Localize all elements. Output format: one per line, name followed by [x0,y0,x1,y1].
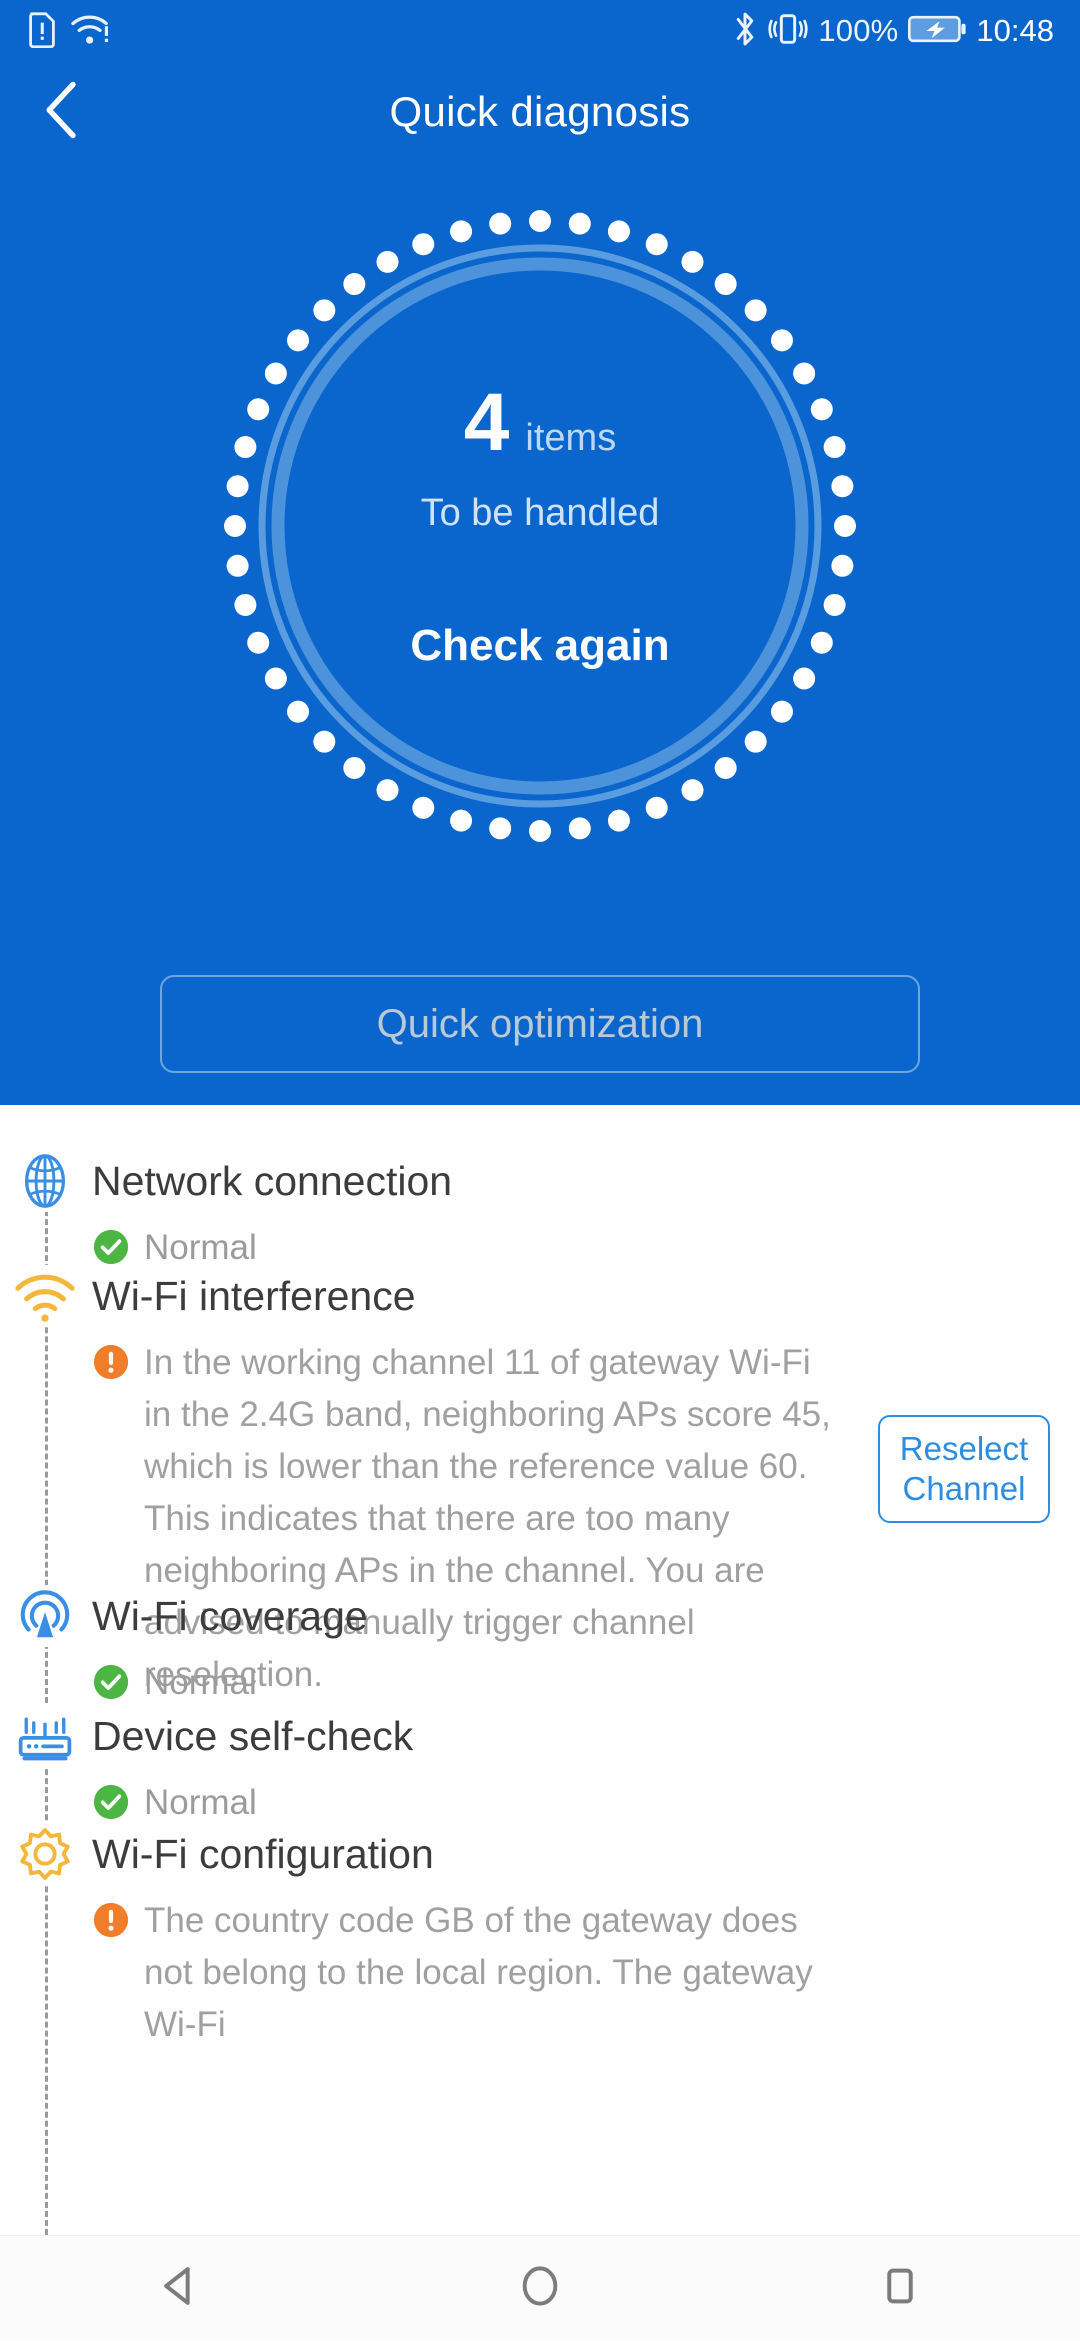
diagnosis-item-status: Normal [144,1783,257,1822]
diagnosis-item-title: Device self-check [92,1713,414,1759]
status-bar: 100% 10:48 [0,0,1080,62]
nav-back-button[interactable] [120,2236,240,2341]
nav-recents-button[interactable] [840,2236,960,2341]
diagnosis-item-status-row: The country code GB of the gateway does … [92,1895,1080,2051]
nav-recents-square-icon [877,2263,923,2314]
router-icon [14,1705,76,1767]
diagnosis-item-status-row: Normal [92,1657,1080,1709]
status-ok-badge [92,1663,130,1701]
status-warning-icon [93,1344,129,1380]
diagnosis-item-title: Wi-Fi interference [92,1273,416,1319]
wifi-coverage-icon [14,1585,76,1647]
status-warning-badge [92,1343,130,1381]
diagnosis-item-description: The country code GB of the gateway does … [144,1901,813,2044]
back-chevron-icon [40,79,84,146]
diagnosis-item-status: Normal [144,1663,257,1702]
clock-label: 10:48 [976,13,1054,48]
diagnosis-item-title: Network connection [92,1158,453,1204]
gauge-subtitle: To be handled [420,491,660,534]
diagnosis-item[interactable]: Network connection Normal [0,1150,1080,1274]
diagnosis-item-status-row: Normal [92,1777,1080,1829]
diagnosis-item[interactable]: Wi-Fi coverage Normal [0,1585,1080,1709]
status-ok-icon [93,1229,129,1265]
status-ok-icon [93,1664,129,1700]
diagnosis-gauge: 4 items To be handled Check again [210,196,870,856]
status-ok-badge [92,1228,130,1266]
status-warning-badge [92,1901,130,1939]
gear-icon [14,1823,76,1885]
diagnosis-item-title: Wi-Fi configuration [92,1831,434,1877]
battery-percent-label: 100% [818,13,899,48]
status-ok-badge [92,1783,130,1821]
battery-charging-icon [908,14,967,49]
gauge-count-unit: items [525,416,617,459]
check-again-button[interactable]: Check again [410,621,669,671]
status-bar-right-icons: 100% 10:48 [732,10,1054,53]
reselect-channel-button[interactable]: Reselect Channel [878,1415,1050,1523]
page-title: Quick diagnosis [389,88,691,135]
android-navigation-bar [0,2235,1080,2340]
diagnosis-item-title: Wi-Fi coverage [92,1593,368,1639]
diagnosis-list: Network connection Normal Wi-Fi interfer… [0,1105,1080,2235]
sim-alert-icon [26,10,58,53]
gauge-center-content: 4 items To be handled Check again [210,196,870,856]
gauge-count: 4 [463,376,510,468]
nav-back-triangle-icon [157,2263,203,2314]
status-ok-icon [93,1784,129,1820]
app-header: Quick diagnosis [0,62,1080,162]
status-bar-left-icons [26,10,112,53]
nav-home-circle-icon [517,2263,563,2314]
quick-optimization-button[interactable]: Quick optimization [160,975,920,1073]
back-button[interactable] [26,76,98,148]
nav-home-button[interactable] [480,2236,600,2341]
diagnosis-item[interactable]: Wi-Fi configuration The country code GB … [0,1823,1080,2051]
status-warning-icon [93,1902,129,1938]
wifi-alert-icon [70,11,112,52]
vibrate-icon [768,11,808,52]
diagnosis-item[interactable]: Device self-check Normal [0,1705,1080,1829]
wifi-interference-icon [14,1265,76,1327]
gauge-count-row: 4 items [463,376,617,468]
globe-icon [14,1150,76,1212]
bluetooth-icon [732,10,758,53]
